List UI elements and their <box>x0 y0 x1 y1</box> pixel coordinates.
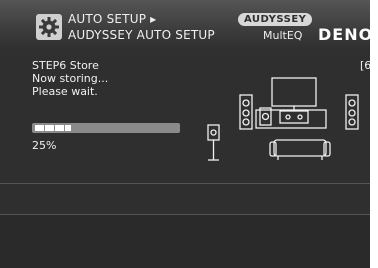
divider <box>0 183 370 184</box>
gear-icon <box>36 14 62 40</box>
speaker-layout-icon <box>200 70 370 174</box>
guide-bar <box>0 215 370 268</box>
audyssey-badge: AUDYSSEY <box>238 13 313 26</box>
progress-bar <box>32 123 180 133</box>
breadcrumb: AUTO SETUP ▸ <box>68 12 157 26</box>
step-label: STEP6 Store <box>32 59 99 72</box>
header: AUTO SETUP ▸ AUDYSSEY AUTO SETUP AUDYSSE… <box>0 0 370 50</box>
multeq-label: MultEQ <box>263 29 303 42</box>
page-title: AUDYSSEY AUTO SETUP <box>68 28 215 42</box>
brand-logo: DENON <box>318 25 370 44</box>
status-message-line2: Please wait. <box>32 85 98 98</box>
progress-fill <box>35 125 71 131</box>
setup-screen: AUTO SETUP ▸ AUDYSSEY AUTO SETUP AUDYSSE… <box>0 0 370 268</box>
progress-percent: 25% <box>32 139 57 152</box>
status-message-line1: Now storing... <box>32 72 109 85</box>
